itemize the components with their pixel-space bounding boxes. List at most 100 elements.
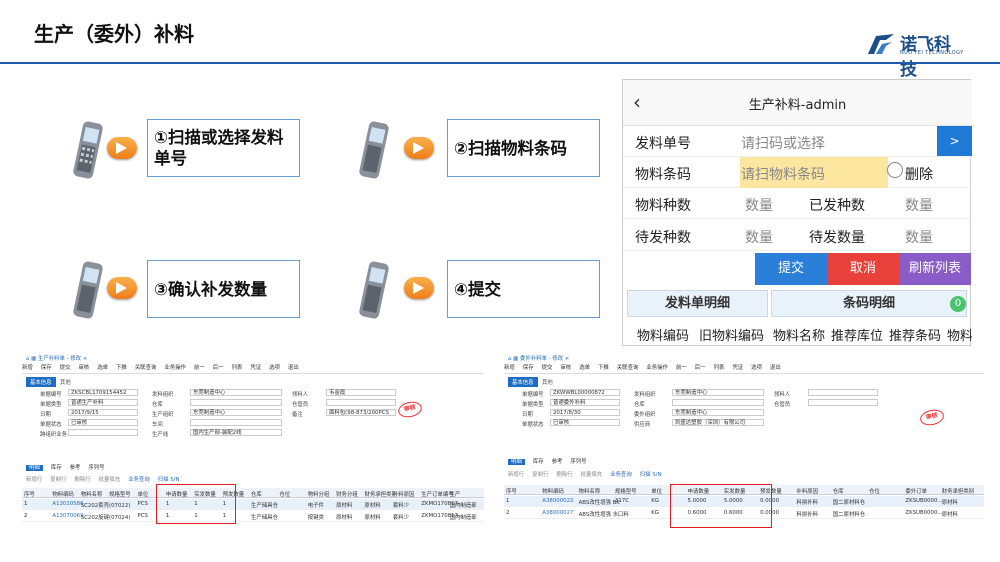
toolbar-button[interactable]: 列表 — [232, 365, 243, 371]
toolbar-button[interactable]: 提交 — [542, 365, 553, 371]
field-input[interactable] — [672, 399, 764, 406]
field-input[interactable]: 东莞制造中心 — [672, 389, 764, 396]
field-input[interactable]: ZKSCBL1709154452 — [68, 389, 138, 396]
subtool-button[interactable]: 业务查询 — [610, 472, 632, 478]
form-tab-title[interactable]: 委外补料单 - 修改 — [520, 356, 563, 362]
toolbar-button[interactable]: 选单 — [97, 365, 108, 371]
barcode-input[interactable]: 请扫物料条码 — [741, 164, 825, 184]
field-input[interactable] — [808, 389, 878, 396]
select-issue-button[interactable]: > — [937, 126, 972, 156]
subtab[interactable]: 参考 — [552, 459, 563, 465]
field-input[interactable] — [68, 429, 138, 436]
toolbar-button[interactable]: 凭证 — [250, 365, 261, 371]
toolbar-button[interactable]: 前一 — [676, 365, 687, 371]
toolbar-button[interactable]: 保存 — [41, 365, 52, 371]
toolbar-button[interactable]: 凭证 — [732, 365, 743, 371]
field-input[interactable] — [326, 399, 396, 406]
table-cell: A13010586 — [52, 501, 84, 507]
toolbar-button[interactable]: 列表 — [714, 365, 725, 371]
field-input[interactable]: 已审核 — [68, 419, 138, 426]
arrow-right-icon — [404, 137, 434, 159]
field-input[interactable]: 东莞制造中心 — [190, 409, 282, 416]
tab-issue-detail[interactable]: 发料单明细0 — [627, 290, 794, 317]
form-tab-title[interactable]: 生产补料单 - 修改 — [38, 356, 81, 362]
field-input[interactable] — [808, 399, 878, 406]
toolbar-button[interactable]: 关联查询 — [617, 365, 639, 371]
field-input[interactable]: ZKWWBL00000872 — [550, 389, 620, 396]
material-kinds-label: 物料种数 — [635, 198, 691, 214]
field-label: 备注 — [292, 412, 303, 418]
table-cell: ZKSUB0000... — [905, 498, 943, 504]
toolbar-button[interactable]: 业务操作 — [646, 365, 668, 371]
subtool-button[interactable]: 删除行 — [556, 472, 572, 478]
field-input[interactable]: 普通委外补料 — [550, 399, 620, 406]
toolbar-button[interactable]: 选项 — [269, 365, 280, 371]
approved-stamp: 审核 — [918, 407, 946, 428]
table-cell: ABS改性增强 水口料 — [578, 512, 629, 518]
erp-production-supplement-form: ⌂ ▦ 生产补料单 - 修改 × 新增 保存 提交 审核 选单 下推 关联查询 业务操作 前一后… — [22, 352, 484, 532]
toolbar-button[interactable]: 提交 — [60, 365, 71, 371]
subtool-button[interactable]: 新增行 — [508, 472, 524, 478]
field-input[interactable] — [190, 419, 282, 426]
issue-number-input[interactable]: 请扫码或选择 — [741, 133, 825, 153]
delete-radio[interactable] — [887, 162, 903, 178]
toolbar-button[interactable]: 后一 — [695, 365, 706, 371]
toolbar-button[interactable]: 审核 — [78, 365, 89, 371]
toolbar-button[interactable]: 选项 — [751, 365, 762, 371]
tab-basic-info[interactable]: 基本信息 — [26, 377, 56, 387]
field-input[interactable] — [190, 399, 282, 406]
field-input[interactable]: 国内生产部-装配2线 — [190, 429, 282, 436]
toolbar-button[interactable]: 保存 — [523, 365, 534, 371]
subtab[interactable]: 明细 — [508, 459, 525, 465]
subtool-button[interactable]: 新增行 — [26, 477, 42, 483]
cancel-button[interactable]: 取消 — [827, 253, 899, 285]
subtab[interactable]: 库存 — [51, 465, 62, 471]
col-material: 物料 — [947, 329, 972, 344]
subtab[interactable]: 参考 — [70, 465, 81, 471]
field-input[interactable]: 凯盛达塑胶（深圳）有限公司 — [672, 419, 764, 426]
subtool-button[interactable]: 扫描 S/N — [640, 472, 662, 478]
subtool-button[interactable]: 业务查询 — [128, 477, 150, 483]
field-input[interactable]: 东莞制造中心 — [190, 389, 282, 396]
field-input[interactable]: 2017/9/15 — [68, 409, 138, 416]
subtool-button[interactable]: 复制行 — [50, 477, 66, 483]
field-input[interactable]: 普通生产补料 — [68, 399, 138, 406]
field-input[interactable]: 已审核 — [550, 419, 620, 426]
refresh-list-button[interactable]: 刷新列表 — [899, 253, 971, 285]
toolbar-button[interactable]: 退出 — [770, 365, 781, 371]
subtab[interactable]: 序列号 — [88, 465, 104, 471]
toolbar-button[interactable]: 后一 — [213, 365, 224, 371]
toolbar-button[interactable]: 下推 — [598, 365, 609, 371]
field-input[interactable]: 韦金霞 — [326, 389, 396, 396]
table-row[interactable]: 1 A13010586 SC202套壳(07022) PCS 1 1 1 生产储具仓 电子件 原材… — [22, 499, 484, 510]
erp-outsource-supplement-form: ⌂ ▦ 委外补料单 - 修改 × 新增 保存 提交 审核 选单 下推 关联查询 业务操作 前一后… — [504, 352, 984, 532]
subtab[interactable]: 明细 — [26, 465, 43, 471]
tab-other[interactable]: 其他 — [542, 378, 553, 386]
field-input[interactable]: 2017/8/30 — [550, 409, 620, 416]
subtool-button[interactable]: 扫描 S/N — [158, 477, 180, 483]
toolbar-button[interactable]: 下推 — [116, 365, 127, 371]
toolbar-button[interactable]: 前一 — [194, 365, 205, 371]
subtool-button[interactable]: 批量填充 — [99, 477, 121, 483]
subtool-button[interactable]: 删除行 — [74, 477, 90, 483]
subtab[interactable]: 序列号 — [570, 459, 586, 465]
toolbar-button[interactable]: 业务操作 — [164, 365, 186, 371]
table-row[interactable]: 2 A13070069 SC202旋键(07024) PCS 1 1 1 生产储具仓 按键类 原材… — [22, 511, 484, 522]
field-input[interactable]: 东莞制造中心 — [672, 409, 764, 416]
table-cell: 原材料 — [941, 500, 958, 506]
subtool-button[interactable]: 批量填充 — [581, 472, 603, 478]
toolbar-button[interactable]: 退出 — [288, 365, 299, 371]
tab-barcode-detail[interactable]: 条码明细 0 — [771, 290, 967, 317]
subtab[interactable]: 库存 — [533, 459, 544, 465]
subtool-button[interactable]: 复制行 — [532, 472, 548, 478]
toolbar-button[interactable]: 选单 — [579, 365, 590, 371]
table-cell: KG — [651, 498, 659, 504]
toolbar-button[interactable]: 关联查询 — [135, 365, 157, 371]
submit-button[interactable]: 提交 — [755, 253, 827, 285]
toolbar-button[interactable]: 新增 — [22, 365, 33, 371]
tab-other[interactable]: 其他 — [60, 378, 71, 386]
toolbar-button[interactable]: 审核 — [560, 365, 571, 371]
field-input[interactable]: 面料包(98-873/200PCS — [326, 409, 396, 416]
tab-basic-info[interactable]: 基本信息 — [508, 377, 538, 387]
toolbar-button[interactable]: 新增 — [504, 365, 515, 371]
